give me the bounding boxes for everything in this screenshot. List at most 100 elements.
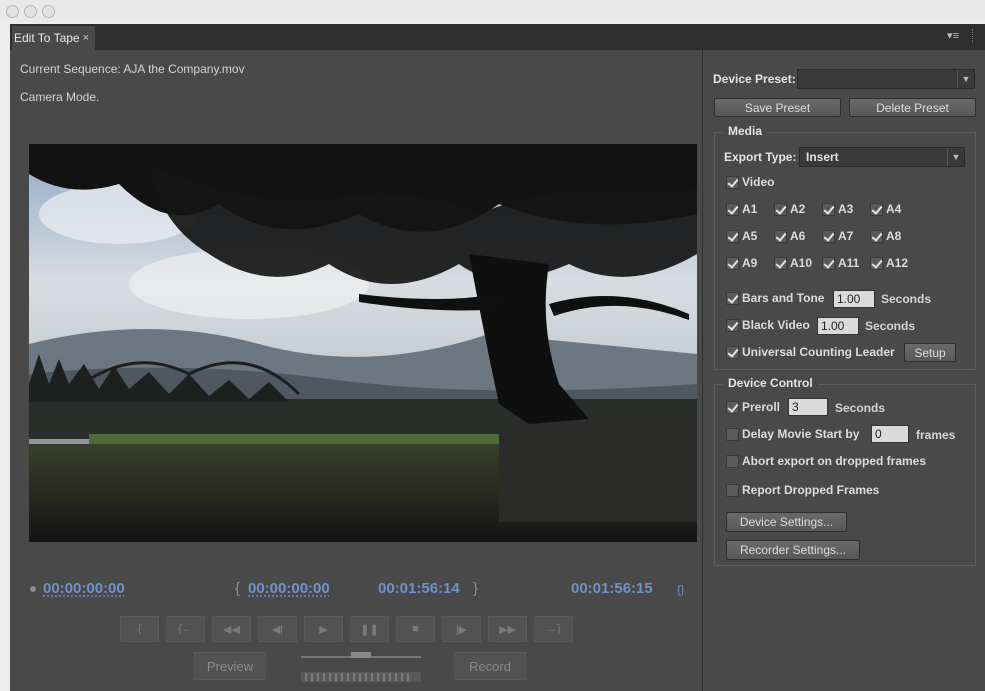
device-preset-dropdown[interactable]: ▼ [797,69,975,89]
preroll-checkbox[interactable]: Preroll [726,400,780,414]
checkbox-checked-icon [774,229,787,243]
panel-tab-bar: Edit To Tape × ▾≡ [10,24,985,50]
audio-track-checkbox-a9[interactable]: A9 [726,256,757,270]
step-frame-forward-icon: |▶ [455,623,468,636]
delete-preset-button[interactable]: Delete Preset [849,98,976,117]
fast-forward-icon: ▶▶ [499,623,516,636]
checkbox-checked-icon [726,345,739,359]
timecode-indicator-icon [30,586,36,592]
audio-track-label: A4 [886,202,902,216]
step-back-button[interactable]: { [120,616,159,642]
tab-edit-to-tape[interactable]: Edit To Tape × [12,26,96,50]
go-to-out-button[interactable]: →} [534,616,573,642]
stop-button[interactable]: ■ [396,616,435,642]
black-video-checkbox[interactable]: Black Video [726,318,810,332]
bars-and-tone-seconds-input[interactable]: 1.00 [833,290,875,308]
report-dropped-frames-checkbox[interactable]: Report Dropped Frames [726,483,879,497]
out-brace-icon: } [473,580,479,597]
panel-grip-icon[interactable] [972,29,975,43]
out-point-timecode[interactable]: 00:01:56:14 [378,580,460,597]
chevron-down-icon: ▼ [947,148,964,166]
audio-track-label: A3 [838,202,854,216]
step-frame-forward-button[interactable]: |▶ [442,616,481,642]
checkbox-checked-icon [870,256,883,270]
audio-track-checkbox-a11[interactable]: A11 [822,256,859,270]
black-video-label: Black Video [742,318,810,332]
checkbox-checked-icon [726,291,739,305]
checkbox-checked-icon [774,256,787,270]
stop-icon: ■ [412,623,419,635]
audio-track-checkbox-a12[interactable]: A12 [870,256,908,270]
step-frame-back-button[interactable]: ◀| [258,616,297,642]
audio-track-checkbox-a2[interactable]: A2 [774,202,805,216]
bars-and-tone-checkbox[interactable]: Bars and Tone [726,291,824,305]
panel-menu-icon[interactable]: ▾≡ [947,29,959,42]
pause-icon: ❚❚ [360,623,379,636]
play-icon: ▶ [319,623,328,636]
setup-button[interactable]: Setup [904,343,956,362]
checkbox-unchecked-icon [726,483,739,497]
delay-frames-input[interactable]: 0 [871,425,909,443]
play-button[interactable]: ▶ [304,616,343,642]
in-point-timecode[interactable]: 00:00:00:00 [248,580,330,597]
go-to-out-icon: →} [546,623,561,635]
save-preset-button[interactable]: Save Preset [714,98,841,117]
black-video-seconds-input[interactable]: 1.00 [817,317,859,335]
mode-label: Camera Mode. [20,90,100,104]
audio-track-checkbox-a3[interactable]: A3 [822,202,853,216]
fast-forward-button[interactable]: ▶▶ [488,616,527,642]
export-type-dropdown[interactable]: Insert ▼ [799,147,965,167]
pause-button[interactable]: ❚❚ [350,616,389,642]
audio-track-label: A9 [742,256,758,270]
audio-track-label: A6 [790,229,806,243]
checkbox-unchecked-icon [726,427,739,441]
device-control-legend: Device Control [723,376,818,390]
ucl-label: Universal Counting Leader [742,345,895,359]
preview-button[interactable]: Preview [194,652,266,680]
bars-seconds-label: Seconds [881,292,932,306]
rewind-button[interactable]: ◀◀ [212,616,251,642]
chevron-down-icon: ▼ [957,70,974,88]
abort-on-dropped-frames-checkbox[interactable]: Abort export on dropped frames [726,454,926,468]
device-settings-button[interactable]: Device Settings... [726,512,847,532]
audio-track-checkbox-a1[interactable]: A1 [726,202,757,216]
audio-track-label: A11 [838,256,860,270]
report-label: Report Dropped Frames [742,483,880,497]
video-frame-image [29,144,697,542]
checkbox-checked-icon [870,229,883,243]
close-icon[interactable]: × [83,26,89,50]
close-window-button[interactable] [6,5,19,18]
duration-timecode: 00:01:56:15 [571,580,653,597]
go-to-in-button[interactable]: {← [166,616,205,642]
zoom-window-button[interactable] [42,5,55,18]
checkbox-checked-icon [726,318,739,332]
audio-track-checkbox-a10[interactable]: A10 [774,256,812,270]
audio-track-label: A7 [838,229,854,243]
minimize-window-button[interactable] [24,5,37,18]
current-timecode[interactable]: 00:00:00:00 [43,580,125,597]
audio-track-label: A8 [886,229,902,243]
universal-counting-leader-checkbox[interactable]: Universal Counting Leader [726,345,895,359]
audio-track-checkbox-a8[interactable]: A8 [870,229,901,243]
panel-divider [702,50,703,691]
audio-track-checkbox-a6[interactable]: A6 [774,229,805,243]
video-checkbox[interactable]: Video [726,175,774,189]
record-button[interactable]: Record [454,652,526,680]
audio-track-checkbox-a5[interactable]: A5 [726,229,757,243]
preroll-seconds-input[interactable]: 3 [788,398,828,416]
video-checkbox-label: Video [742,175,775,189]
export-type-label: Export Type: [724,150,797,164]
audio-track-checkbox-a7[interactable]: A7 [822,229,853,243]
black-video-seconds-label: Seconds [865,319,916,333]
checkbox-checked-icon [774,202,787,216]
audio-track-checkbox-a4[interactable]: A4 [870,202,901,216]
jog-shuttle-control[interactable] [297,650,425,686]
media-legend: Media [723,124,768,138]
window-titlebar [0,0,985,22]
duration-brace-icon: {} [677,584,685,596]
delay-movie-start-checkbox[interactable]: Delay Movie Start by [726,427,859,441]
audio-track-label: A10 [790,256,813,270]
delay-label: Delay Movie Start by [742,427,860,441]
video-preview [29,144,697,542]
recorder-settings-button[interactable]: Recorder Settings... [726,540,860,560]
